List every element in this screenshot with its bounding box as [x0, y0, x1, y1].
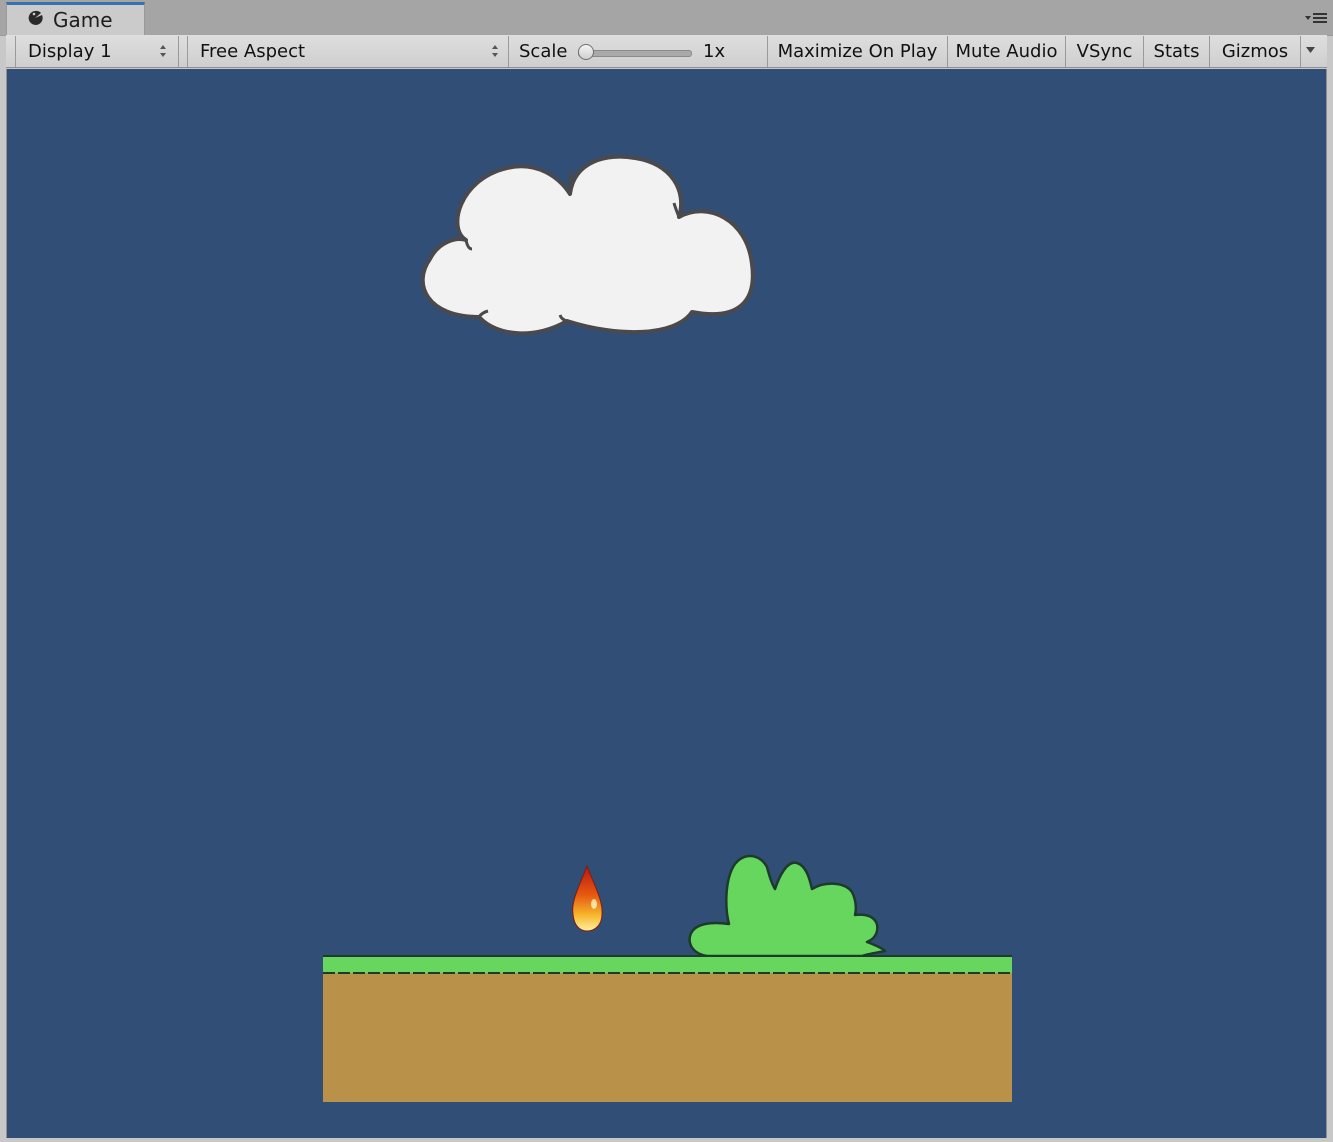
scale-value: 1x [703, 41, 726, 62]
ground-platform [323, 955, 1012, 1102]
aspect-value: Free Aspect [200, 41, 306, 62]
mute-audio-toggle[interactable]: Mute Audio [948, 35, 1065, 68]
separator [178, 36, 179, 67]
tab-bar: Game [0, 0, 1333, 36]
updown-arrow-icon [160, 45, 166, 57]
scale-label: Scale [519, 41, 568, 62]
scale-slider-thumb[interactable] [578, 44, 594, 60]
display-dropdown[interactable]: Display 1 [16, 35, 178, 68]
vsync-toggle[interactable]: VSync [1066, 35, 1143, 68]
aspect-dropdown[interactable]: Free Aspect [188, 35, 508, 68]
gizmos-toggle[interactable]: Gizmos [1210, 35, 1300, 68]
game-scene [323, 154, 1012, 1102]
display-value: Display 1 [28, 41, 112, 62]
caret-down-icon [1306, 47, 1315, 53]
cloud [420, 154, 755, 336]
stats-toggle[interactable]: Stats [1144, 35, 1209, 68]
tab-game[interactable]: Game [6, 2, 145, 35]
gizmos-dropdown-button[interactable] [1301, 35, 1321, 68]
pacman-game-icon [28, 10, 43, 25]
updown-arrow-icon [492, 45, 498, 57]
panel-menu-icon[interactable] [1305, 11, 1327, 25]
mute-audio-label: Mute Audio [955, 41, 1058, 62]
vsync-label: VSync [1076, 41, 1133, 62]
game-viewport[interactable] [6, 69, 1327, 1138]
stats-label: Stats [1153, 41, 1200, 62]
maximize-on-play-label: Maximize On Play [777, 41, 938, 62]
tab-title: Game [53, 8, 113, 32]
gizmos-label: Gizmos [1221, 41, 1289, 62]
maximize-on-play-toggle[interactable]: Maximize On Play [768, 35, 947, 68]
bush [688, 854, 887, 958]
scale-slider-track[interactable] [578, 50, 692, 57]
flame-sprite [572, 864, 603, 932]
